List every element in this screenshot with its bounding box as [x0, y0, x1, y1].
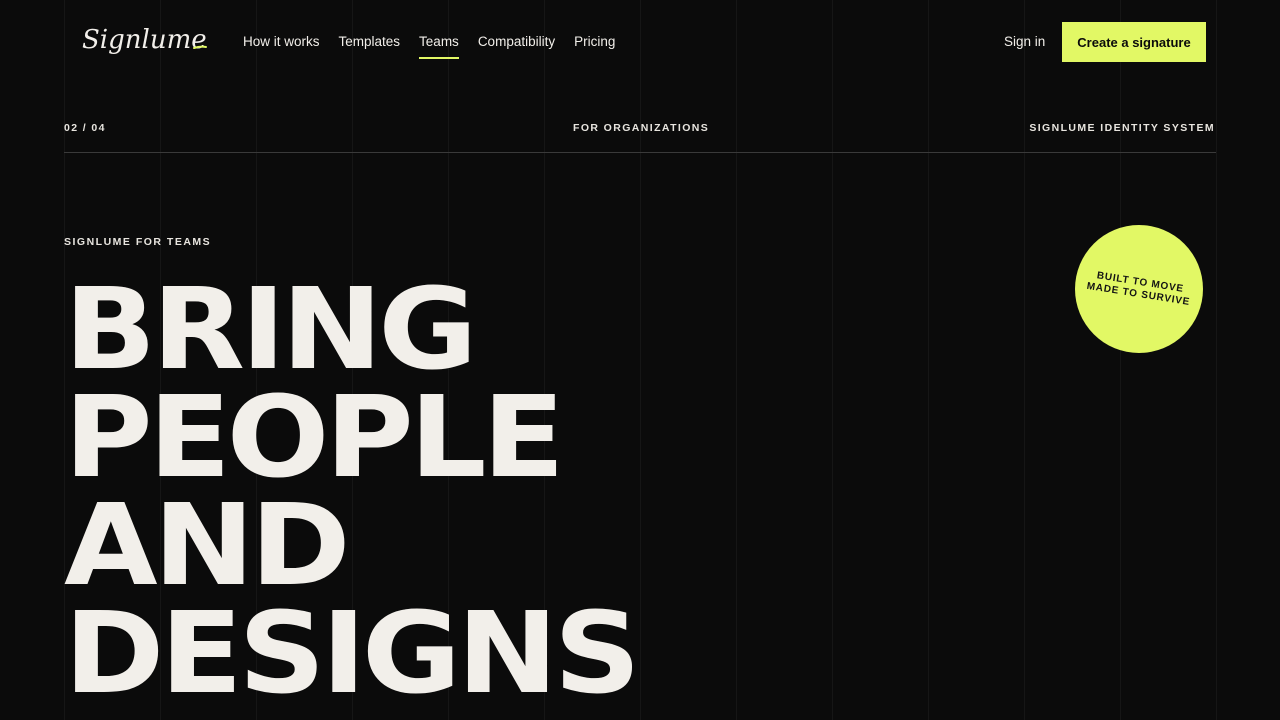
site-header: Signlume How it works Templates Teams Co… — [0, 0, 1280, 84]
hero-eyebrow: SIGNLUME FOR TEAMS — [64, 236, 212, 248]
nav-how-it-works[interactable]: How it works — [243, 33, 320, 51]
signlume-logo[interactable]: Signlume — [82, 20, 210, 60]
nav-pricing[interactable]: Pricing — [574, 33, 615, 51]
page-counter: 02 / 04 — [64, 122, 106, 134]
tagline-badge: BUILT TO MOVE MADE TO SURVIVE — [1075, 225, 1203, 353]
headline-line: PEOPLE — [64, 373, 565, 503]
create-signature-button[interactable]: Create a signature — [1062, 22, 1206, 62]
section-label: FOR ORGANIZATIONS — [573, 122, 710, 134]
nav-teams[interactable]: Teams — [419, 33, 459, 59]
badge-text: BUILT TO MOVE MADE TO SURVIVE — [1086, 269, 1193, 309]
svg-text:Signlume: Signlume — [82, 25, 207, 55]
meta-divider — [64, 152, 1216, 153]
main-nav: How it works Templates Teams Compatibili… — [243, 33, 634, 59]
hero-headline: BRING PEOPLE AND DESIGNS — [64, 265, 641, 719]
headline-line: BRING — [64, 265, 478, 395]
nav-compatibility[interactable]: Compatibility — [478, 33, 555, 51]
system-label: SIGNLUME IDENTITY SYSTEM — [1029, 122, 1215, 134]
headline-line: DESIGNS — [64, 589, 641, 719]
headline-line: AND — [64, 481, 351, 611]
sign-in-link[interactable]: Sign in — [1004, 33, 1045, 51]
nav-templates[interactable]: Templates — [339, 33, 401, 51]
